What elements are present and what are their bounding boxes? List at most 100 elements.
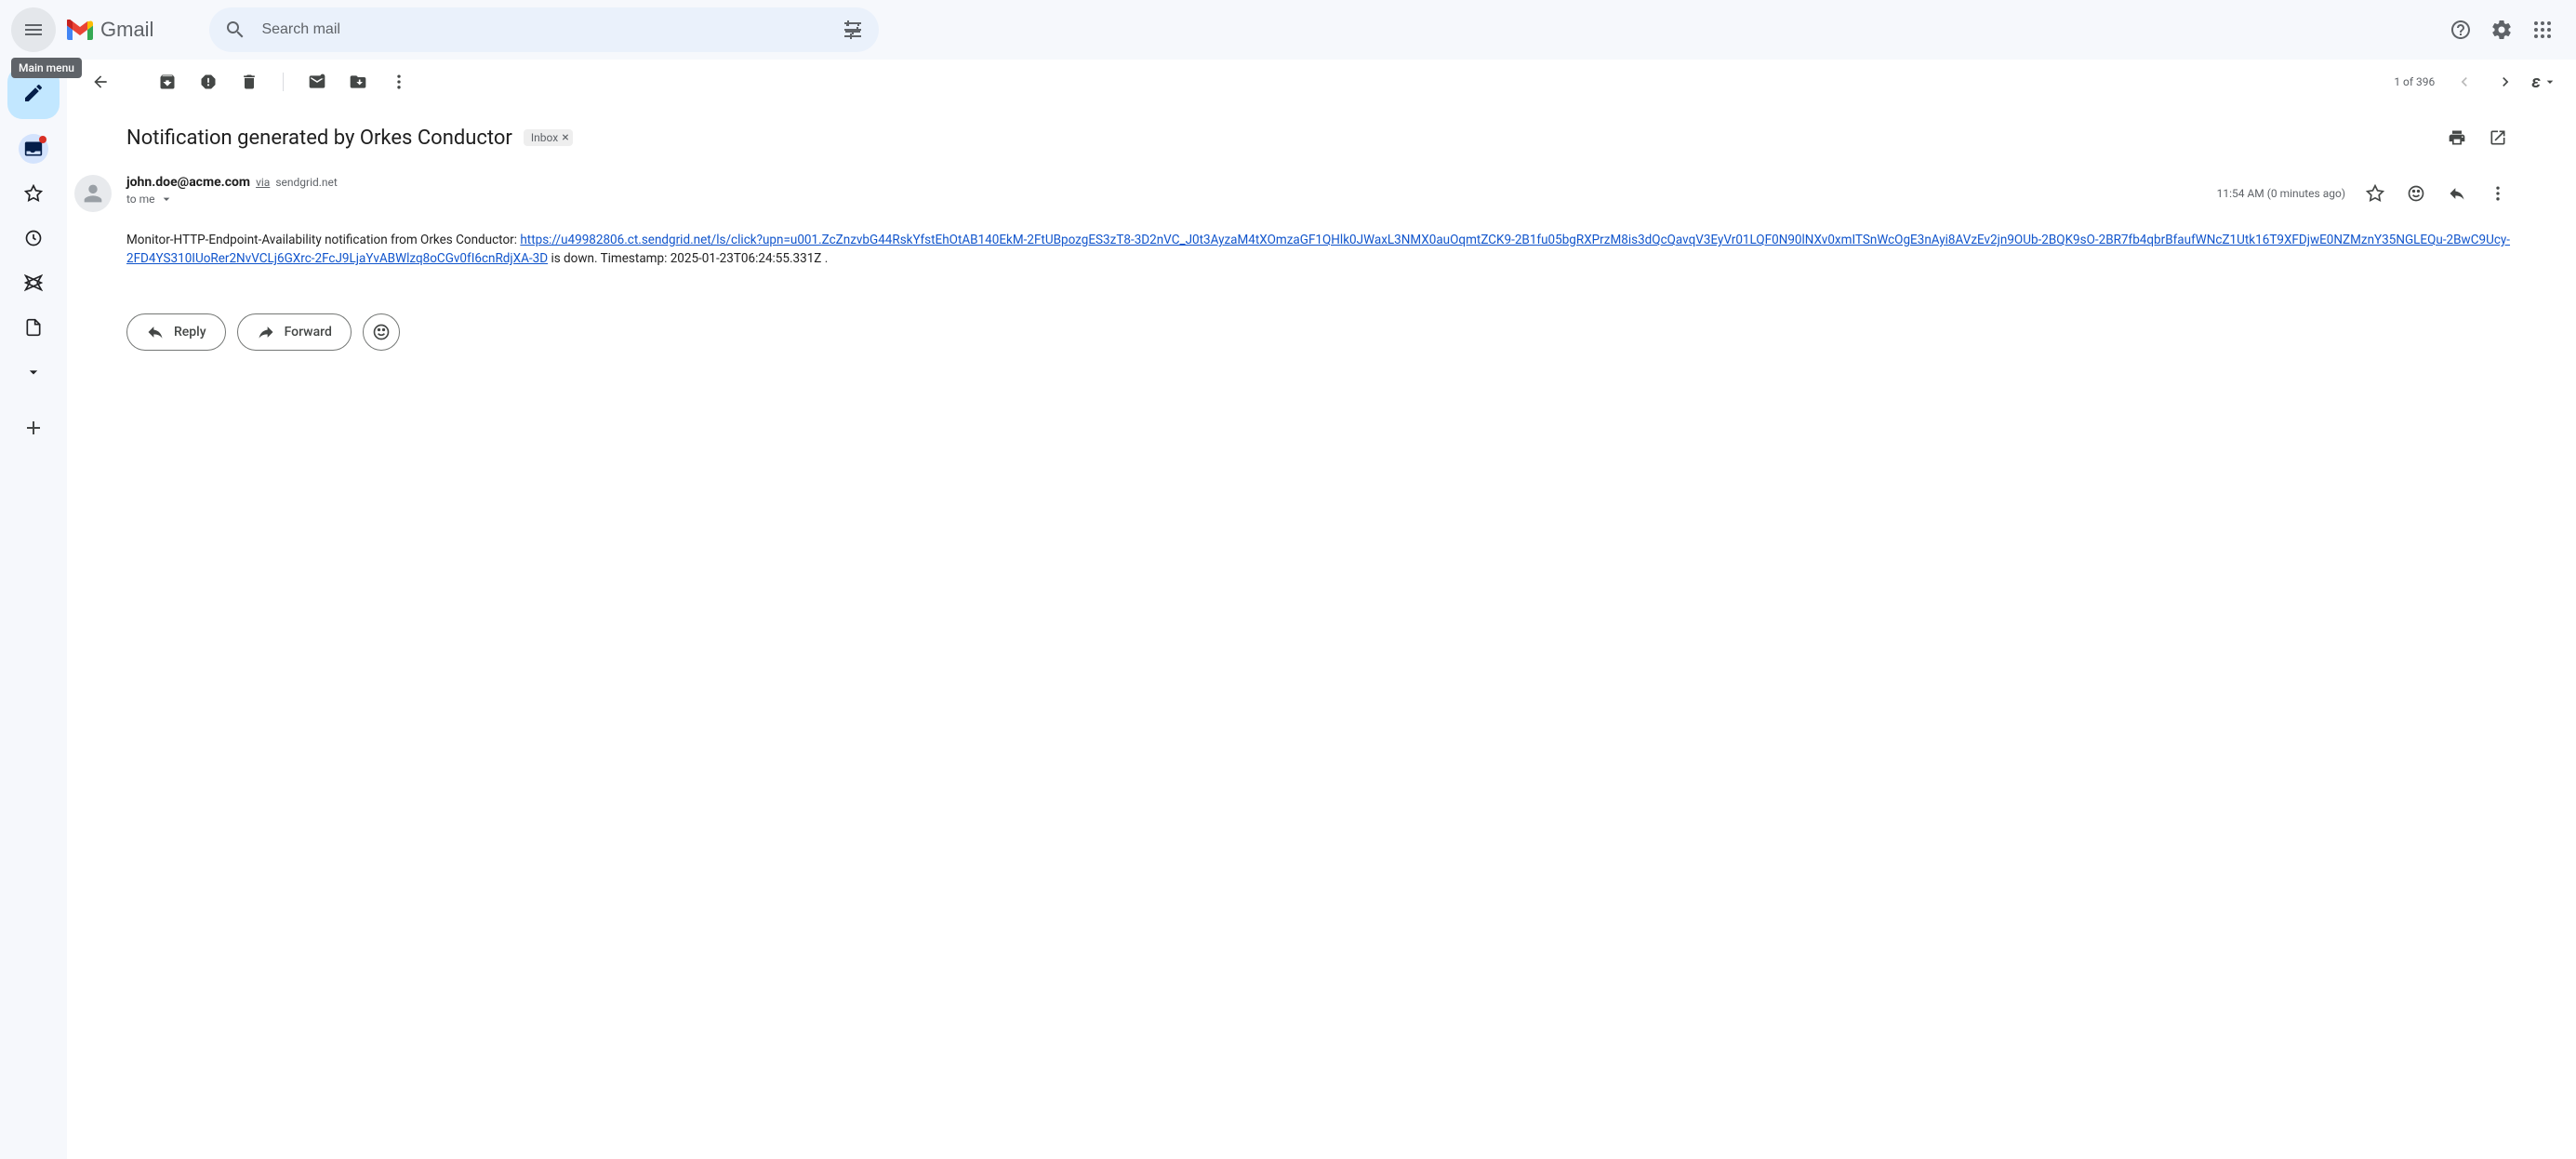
page-count: 1 of 396 [2394, 75, 2435, 88]
settings-button[interactable] [2483, 11, 2520, 48]
send-icon [24, 273, 43, 292]
open-new-icon [2489, 128, 2507, 147]
move-to-button[interactable] [339, 63, 377, 100]
reply-icon [146, 323, 165, 341]
apps-icon [2531, 19, 2554, 41]
sidebar-more[interactable] [19, 357, 48, 387]
sender-info: john.doe@acme.com via sendgrid.net to me [126, 175, 2202, 206]
content-panel: 1 of 396 ε Notification generated by Ork… [67, 60, 2576, 1159]
sidebar-starred[interactable] [19, 179, 48, 208]
search-icon[interactable] [217, 11, 254, 48]
next-page-button[interactable] [2487, 63, 2524, 100]
email-subject: Notification generated by Orkes Conducto… [126, 127, 512, 150]
more-vert-icon [2489, 184, 2507, 203]
more-actions-button[interactable] [380, 63, 418, 100]
add-reaction-button[interactable] [363, 313, 400, 351]
unread-dot [39, 136, 46, 143]
to-text: to me [126, 193, 155, 206]
file-icon [24, 318, 43, 337]
folder-move-icon [349, 73, 367, 91]
react-button[interactable] [2397, 175, 2435, 212]
input-tools-icon: ε [2531, 73, 2541, 92]
smiley-icon [2407, 184, 2425, 203]
body-prefix: Monitor-HTTP-Endpoint-Availability notif… [126, 233, 520, 247]
message-meta-actions: 11:54 AM (0 minutes ago) [2217, 175, 2516, 212]
header-right [2442, 11, 2569, 48]
sidebar-inbox[interactable] [19, 134, 48, 164]
reply-icon-button[interactable] [2438, 175, 2476, 212]
main-menu-tooltip: Main menu [11, 58, 82, 78]
sidebar-nav [19, 134, 48, 387]
plus-icon [22, 417, 45, 439]
sender-avatar[interactable] [74, 175, 112, 212]
forward-icon [257, 323, 275, 341]
chevron-left-icon [2455, 73, 2474, 91]
toolbar-divider [283, 73, 284, 91]
forward-button[interactable]: Forward [237, 313, 352, 351]
smiley-icon [372, 323, 391, 341]
apps-button[interactable] [2524, 11, 2561, 48]
star-outline-icon [2366, 184, 2384, 203]
sidebar-snoozed[interactable] [19, 223, 48, 253]
forward-label: Forward [285, 325, 332, 340]
archive-icon [158, 73, 177, 91]
hamburger-icon [22, 19, 45, 41]
gmail-text: Gmail [100, 18, 153, 42]
clock-icon [24, 229, 43, 247]
reply-icon [2448, 184, 2466, 203]
delete-button[interactable] [231, 63, 268, 100]
reply-label: Reply [174, 325, 206, 340]
arrow-back-icon [91, 73, 110, 91]
via-label: via [256, 176, 270, 189]
prev-page-button[interactable] [2446, 63, 2483, 100]
person-icon [80, 180, 106, 206]
spam-icon [199, 73, 218, 91]
search-input[interactable] [254, 21, 834, 38]
support-button[interactable] [2442, 11, 2479, 48]
back-button[interactable] [82, 63, 119, 100]
sidebar [0, 60, 67, 1159]
help-icon [2450, 19, 2472, 41]
open-new-window-button[interactable] [2479, 119, 2516, 156]
gmail-logo[interactable]: Gmail [67, 18, 153, 42]
message-toolbar: 1 of 396 ε [67, 60, 2576, 104]
recipient-dropdown[interactable]: to me [126, 192, 2202, 206]
mark-unread-button[interactable] [299, 63, 336, 100]
sender-email[interactable]: john.doe@acme.com [126, 175, 250, 190]
sidebar-drafts[interactable] [19, 313, 48, 342]
app-header: Main menu Gmail [0, 0, 2576, 60]
reply-button[interactable]: Reply [126, 313, 226, 351]
trash-icon [240, 73, 259, 91]
dropdown-icon [2543, 74, 2557, 89]
body-suffix: is down. Timestamp: 2025-01-23T06:24:55.… [548, 251, 828, 266]
sidebar-sent[interactable] [19, 268, 48, 298]
timestamp: 11:54 AM (0 minutes ago) [2217, 187, 2345, 200]
main: 1 of 396 ε Notification generated by Ork… [0, 60, 2576, 1159]
search-bar[interactable] [209, 7, 879, 52]
spam-button[interactable] [190, 63, 227, 100]
gmail-icon [67, 20, 93, 40]
sidebar-new-label[interactable] [19, 413, 48, 443]
print-button[interactable] [2438, 119, 2476, 156]
print-icon [2448, 128, 2466, 147]
sender-row: john.doe@acme.com via sendgrid.net to me… [126, 171, 2516, 216]
email-body: Monitor-HTTP-Endpoint-Availability notif… [126, 216, 2516, 284]
via-domain: sendgrid.net [275, 176, 338, 189]
dropdown-icon [159, 192, 174, 206]
reply-actions-row: Reply Forward [126, 284, 2516, 351]
inbox-label-chip[interactable]: Inbox × [524, 129, 573, 146]
star-icon [24, 184, 43, 203]
search-options-icon[interactable] [834, 11, 871, 48]
gear-icon [2490, 19, 2513, 41]
chevron-down-icon [24, 363, 43, 381]
sender-line: john.doe@acme.com via sendgrid.net [126, 175, 2202, 190]
more-vert-icon [390, 73, 408, 91]
input-tools-button[interactable]: ε [2528, 69, 2561, 96]
label-text: Inbox [531, 131, 558, 144]
archive-button[interactable] [149, 63, 186, 100]
remove-label-icon[interactable]: × [562, 130, 568, 145]
main-menu-button[interactable]: Main menu [11, 7, 56, 52]
chevron-right-icon [2496, 73, 2515, 91]
star-message-button[interactable] [2357, 175, 2394, 212]
message-more-button[interactable] [2479, 175, 2516, 212]
